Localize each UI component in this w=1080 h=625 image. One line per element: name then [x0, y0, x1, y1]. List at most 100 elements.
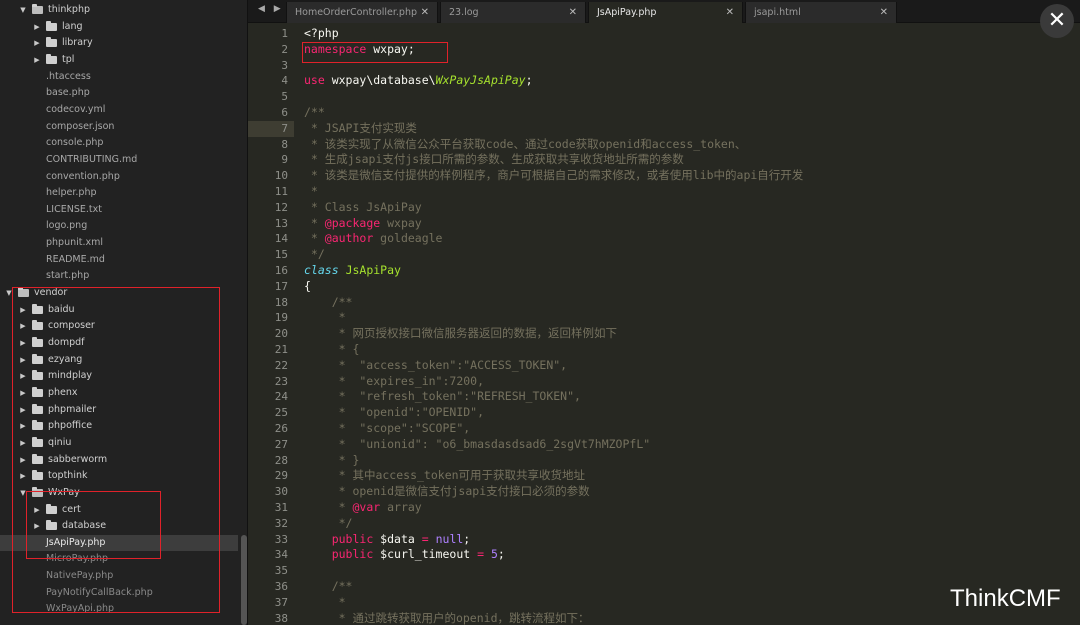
sidebar-scrollbar[interactable] [241, 535, 247, 625]
code-line[interactable]: 26 * "scope":"SCOPE", [248, 421, 1080, 437]
tree-file[interactable]: start.php [0, 268, 238, 284]
code-line[interactable]: 21 * { [248, 342, 1080, 358]
code-token: <?php [304, 26, 339, 40]
code-token: * [304, 594, 346, 609]
code-line[interactable]: 15 */ [248, 247, 1080, 263]
code-line[interactable]: 6 /** [248, 105, 1080, 121]
expanded-arrow-icon[interactable]: ▼ [18, 2, 28, 18]
editor-tab[interactable]: 23.log ✕ [440, 2, 586, 23]
code-line[interactable]: 9 * 生成jsapi支付js接口所需的参数、生成获取共享收货地址所需的参数 [248, 152, 1080, 168]
collapsed-arrow-icon[interactable]: ▶ [32, 35, 42, 51]
code-line[interactable]: 17 { [248, 279, 1080, 295]
code-text: * @author goldeagle [304, 231, 443, 247]
line-number: 18 [274, 295, 288, 309]
tree-file[interactable]: .htaccess [0, 69, 238, 85]
code-line[interactable]: 1 <?php [248, 26, 1080, 42]
tree-item-label: codecov.yml [46, 103, 106, 115]
watermark-text: ThinkCMF [950, 585, 1061, 612]
tree-file[interactable]: LICENSE.txt [0, 202, 238, 218]
code-line[interactable]: 31 * @var array [248, 500, 1080, 516]
line-number: 37 [274, 595, 288, 609]
code-text: * openid是微信支付jsapi支付接口必须的参数 [304, 484, 590, 500]
code-line[interactable]: 28 * } [248, 453, 1080, 469]
tree-file[interactable]: composer.json [0, 119, 238, 135]
code-line[interactable]: 4 use wxpay\database\WxPayJsApiPay; [248, 73, 1080, 89]
code-token: * [304, 500, 353, 514]
code-line[interactable]: 7 * JSAPI支付实现类 [248, 120, 1080, 137]
code-line[interactable]: 16 class JsApiPay [248, 263, 1080, 279]
tree-folder[interactable]: ▶ tpl [0, 52, 238, 68]
line-number: 13 [274, 216, 288, 230]
code-token: * { [304, 342, 360, 356]
tab-close-icon[interactable]: ✕ [880, 2, 888, 23]
line-number: 26 [274, 422, 288, 435]
line-number: 34 [274, 548, 288, 562]
code-token: 5 [490, 547, 498, 562]
tree-file[interactable]: codecov.yml [0, 102, 238, 118]
tree-file[interactable]: base.php [0, 85, 238, 101]
code-token: /** [304, 294, 353, 309]
line-number: 21 [274, 343, 288, 356]
tab-nav-arrows[interactable]: ◀ ▶ [258, 4, 284, 14]
code-line[interactable]: 32 */ [248, 516, 1080, 532]
tree-item-label: start.php [46, 270, 90, 282]
editor-tab[interactable]: JsApiPay.php ✕ [588, 2, 743, 23]
code-token: array [380, 500, 422, 514]
code-token: * "unionid": "o6_bmasdasdsad6_2sgVt7hMZO… [304, 436, 651, 451]
code-line[interactable]: 5 [248, 89, 1080, 105]
folder-open-icon [32, 4, 43, 14]
code-line[interactable]: 8 * 该类实现了从微信公众平台获取code、通过code获取openid和ac… [248, 137, 1080, 153]
tree-file[interactable]: phpunit.xml [0, 235, 238, 251]
code-line[interactable]: 25 * "openid":"OPENID", [248, 405, 1080, 421]
code-line[interactable]: 34 public $curl_timeout = 5; [248, 547, 1080, 563]
code-text: * 通过跳转获取用户的openid，跳转流程如下： [304, 611, 590, 625]
tree-folder[interactable]: ▼ thinkphp [0, 2, 238, 18]
code-text: * 该类是微信支付提供的样例程序，商户可根据自己的需求修改，或者使用lib中的a… [304, 168, 803, 184]
code-line[interactable]: 22 * "access_token":"ACCESS_TOKEN", [248, 358, 1080, 374]
code-editor[interactable]: 1 <?php 2 namespace wxpay; 3 4 use wxpay\datab… [248, 23, 1080, 625]
tab-close-icon[interactable]: ✕ [726, 2, 734, 23]
code-line[interactable]: 12 * Class JsApiPay [248, 200, 1080, 216]
code-line[interactable]: 18 /** [248, 295, 1080, 311]
tree-file[interactable]: convention.php [0, 169, 238, 185]
tree-folder[interactable]: ▶ library [0, 35, 238, 51]
code-token: use [304, 73, 325, 88]
code-text: */ [304, 247, 325, 263]
tree-file[interactable]: console.php [0, 135, 238, 151]
code-line[interactable]: 24 * "refresh_token":"REFRESH_TOKEN", [248, 389, 1080, 405]
tree-folder[interactable]: ▶ lang [0, 19, 238, 35]
code-line[interactable]: 35 [248, 563, 1080, 579]
code-token: * 通过跳转获取用户的openid，跳转流程如下： [304, 610, 590, 625]
folder-icon [46, 20, 57, 31]
code-line[interactable]: 33 public $data = null; [248, 532, 1080, 548]
code-token: * [304, 215, 325, 230]
code-line[interactable]: 19 * [248, 310, 1080, 326]
tree-file[interactable]: logo.png [0, 218, 238, 234]
collapsed-arrow-icon[interactable]: ▶ [32, 52, 42, 68]
tab-close-icon[interactable]: ✕ [421, 2, 429, 23]
code-line[interactable]: 10 * 该类是微信支付提供的样例程序，商户可根据自己的需求修改，或者使用lib… [248, 168, 1080, 184]
close-viewer-button[interactable]: ✕ [1040, 4, 1074, 38]
code-line[interactable]: 29 * 其中access_token可用于获取共享收货地址 [248, 468, 1080, 484]
tree-file[interactable]: CONTRIBUTING.md [0, 152, 238, 168]
code-line[interactable]: 11 * [248, 184, 1080, 200]
tab-close-icon[interactable]: ✕ [569, 2, 577, 23]
code-line[interactable]: 14 * @author goldeagle [248, 231, 1080, 247]
code-token: /** [304, 579, 353, 593]
tree-file[interactable]: helper.php [0, 185, 238, 201]
code-text: * 网页授权接口微信服务器返回的数据，返回样例如下 [304, 326, 617, 342]
line-number: 9 [281, 153, 288, 167]
collapsed-arrow-icon[interactable]: ▶ [32, 19, 42, 35]
line-number: 3 [281, 58, 288, 72]
code-line[interactable]: 20 * 网页授权接口微信服务器返回的数据，返回样例如下 [248, 326, 1080, 342]
editor-tab[interactable]: HomeOrderController.php ✕ [286, 2, 438, 23]
line-number: 28 [274, 453, 288, 467]
tree-file[interactable]: README.md [0, 252, 238, 268]
code-line[interactable]: 23 * "expires_in":7200, [248, 374, 1080, 390]
editor-tab[interactable]: jsapi.html ✕ [745, 2, 897, 23]
code-line[interactable]: 27 * "unionid": "o6_bmasdasdsad6_2sgVt7h… [248, 437, 1080, 453]
code-line[interactable]: 13 * @package wxpay [248, 216, 1080, 232]
code-line[interactable]: 30 * openid是微信支付jsapi支付接口必须的参数 [248, 484, 1080, 500]
